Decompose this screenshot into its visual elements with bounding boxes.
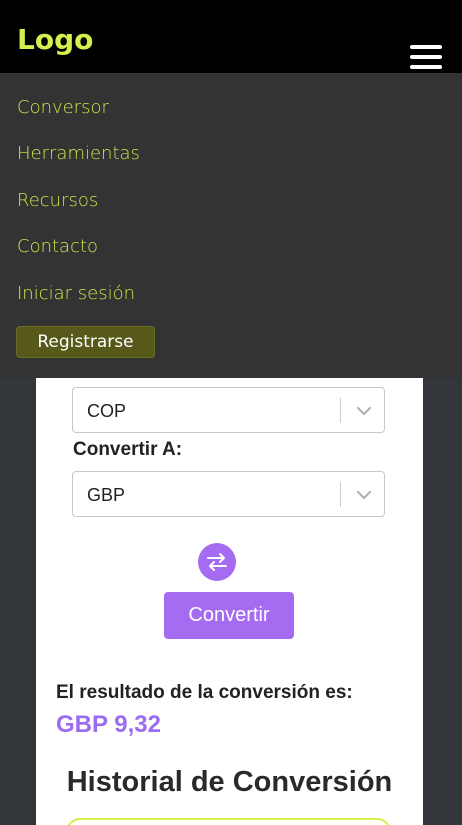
logo[interactable]: Logo — [17, 22, 93, 58]
hamburger-bar — [410, 55, 442, 59]
to-currency-value: GBP — [87, 485, 126, 505]
hamburger-bar — [410, 65, 442, 69]
nav-item-recursos[interactable]: Recursos — [17, 189, 98, 213]
from-currency-select[interactable]: COP — [72, 387, 385, 433]
history-title: Historial de Conversión — [66, 766, 393, 798]
nav-item-contacto[interactable]: Contacto — [17, 235, 98, 259]
swap-currencies-button[interactable] — [198, 543, 236, 581]
swap-arrows-icon — [207, 553, 227, 571]
select-separator — [340, 482, 341, 507]
nav-menu: Conversor Herramientas Recursos Contacto… — [0, 73, 462, 378]
result-label: El resultado de la conversión es: — [56, 682, 353, 703]
top-header: Logo — [0, 0, 462, 73]
select-separator — [340, 398, 341, 423]
from-currency-value: COP — [87, 401, 127, 421]
convert-to-label: Convertir A: — [73, 439, 183, 460]
hamburger-bar — [410, 45, 442, 49]
register-button[interactable]: Registrarse — [16, 326, 155, 358]
hamburger-menu-icon[interactable] — [410, 45, 442, 71]
chevron-down-icon[interactable] — [354, 401, 374, 421]
result-value: GBP 9,32 — [56, 711, 161, 738]
nav-item-iniciar-sesion[interactable]: Iniciar sesión — [17, 282, 135, 306]
nav-item-conversor[interactable]: Conversor — [17, 96, 109, 120]
converter-card: COP Convertir A: GBP Convertir El result… — [36, 378, 423, 825]
chevron-down-icon[interactable] — [354, 485, 374, 505]
to-currency-select[interactable]: GBP — [72, 471, 385, 517]
nav-item-herramientas[interactable]: Herramientas — [17, 142, 140, 166]
convert-button[interactable]: Convertir — [164, 592, 294, 639]
history-list — [66, 818, 391, 825]
